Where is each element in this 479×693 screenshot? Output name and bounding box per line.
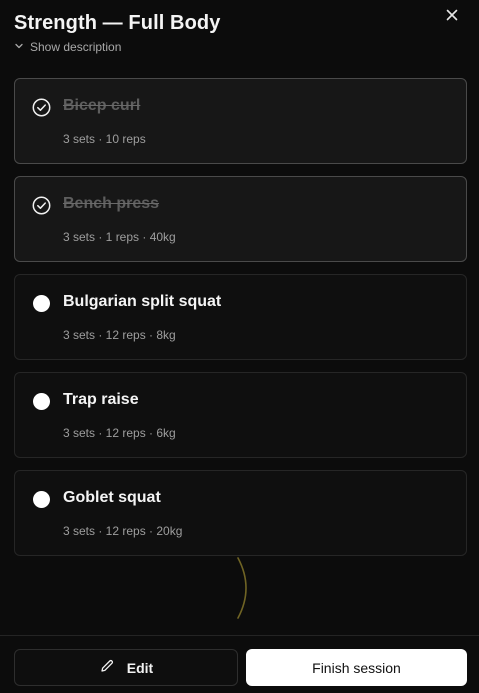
exercise-meta: 3 sets · 10 reps — [63, 132, 146, 146]
exercise-list: Bicep curl 3 sets · 10 reps Bench press … — [14, 78, 467, 568]
finish-session-button[interactable]: Finish session — [246, 649, 467, 686]
footer-actions: Edit Finish session — [0, 635, 479, 693]
exercise-meta: 3 sets · 12 reps · 8kg — [63, 328, 176, 342]
completion-toggle[interactable] — [32, 392, 51, 411]
exercise-card[interactable]: Goblet squat 3 sets · 12 reps · 20kg — [14, 470, 467, 556]
page-title: Strength — Full Body — [14, 12, 221, 34]
chevron-down-icon — [14, 40, 24, 54]
empty-radio-icon — [33, 393, 50, 410]
check-circle-icon — [32, 98, 51, 117]
exercise-meta: 3 sets · 1 reps · 40kg — [63, 230, 176, 244]
exercise-name: Trap raise — [63, 391, 139, 408]
exercise-card[interactable]: Bicep curl 3 sets · 10 reps — [14, 78, 467, 164]
close-button[interactable] — [443, 8, 461, 26]
edit-button[interactable]: Edit — [14, 649, 238, 686]
exercise-name: Bench press — [63, 195, 160, 212]
exercise-card[interactable]: Bench press 3 sets · 1 reps · 40kg — [14, 176, 467, 262]
exercise-name: Goblet squat — [63, 489, 161, 506]
empty-radio-icon — [33, 491, 50, 508]
workout-session-panel: Strength — Full Body Show description Bi… — [0, 0, 479, 693]
edit-label: Edit — [126, 659, 154, 676]
empty-radio-icon — [33, 295, 50, 312]
loading-spinner — [232, 556, 252, 620]
exercise-meta: 3 sets · 12 reps · 20kg — [63, 524, 183, 538]
completion-toggle[interactable] — [32, 490, 51, 509]
check-circle-icon — [32, 196, 51, 215]
completion-toggle[interactable] — [32, 294, 51, 313]
completion-toggle[interactable] — [32, 98, 51, 117]
exercise-meta: 3 sets · 12 reps · 6kg — [63, 426, 176, 440]
header: Strength — Full Body Show description — [14, 10, 465, 54]
exercise-name: Bulgarian split squat — [63, 293, 222, 310]
exercise-card[interactable]: Bulgarian split squat 3 sets · 12 reps ·… — [14, 274, 467, 360]
close-icon — [446, 8, 458, 26]
exercise-card[interactable]: Trap raise 3 sets · 12 reps · 6kg — [14, 372, 467, 458]
show-description-toggle[interactable]: Show description — [14, 40, 465, 54]
exercise-name: Bicep curl — [63, 97, 141, 114]
show-description-label: Show description — [30, 40, 122, 54]
completion-toggle[interactable] — [32, 196, 51, 215]
pencil-icon — [99, 658, 115, 677]
